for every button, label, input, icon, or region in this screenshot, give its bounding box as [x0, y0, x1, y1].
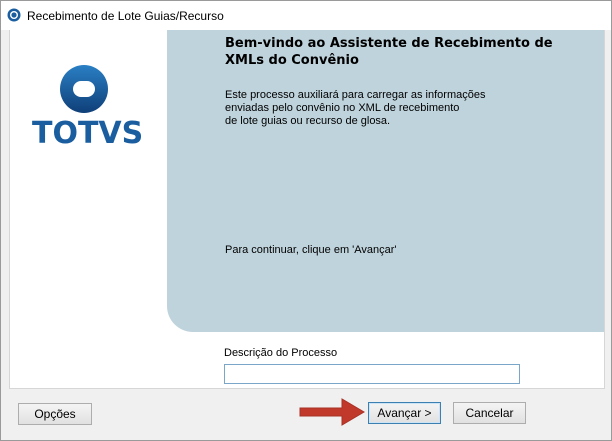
next-button[interactable]: Avançar > — [368, 402, 441, 424]
cancel-button[interactable]: Cancelar — [453, 402, 526, 424]
footer-divider — [9, 388, 605, 389]
red-arrow-right-icon — [299, 398, 365, 426]
logo-area: TOTVS — [10, 30, 167, 388]
title-bar[interactable]: Recebimento de Lote Guias/Recurso — [1, 1, 611, 30]
window-title: Recebimento de Lote Guias/Recurso — [27, 9, 224, 23]
welcome-description: Este processo auxiliará para carregar as… — [225, 89, 486, 127]
wizard-window: Recebimento de Lote Guias/Recurso TOTVS … — [0, 0, 612, 441]
welcome-title: Bem-vindo ao Assistente de Recebimento d… — [225, 36, 553, 68]
options-button[interactable]: Opções — [18, 403, 92, 425]
welcome-panel: Bem-vindo ao Assistente de Recebimento d… — [167, 30, 604, 332]
app-icon — [7, 8, 21, 22]
wizard-content: TOTVS Bem-vindo ao Assistente de Recebim… — [9, 30, 605, 388]
continue-hint: Para continuar, clique em 'Avançar' — [225, 244, 397, 256]
totvs-logo-text: TOTVS — [32, 116, 144, 151]
totvs-logo-icon — [60, 65, 108, 113]
description-label: Descrição do Processo — [224, 347, 338, 359]
description-input[interactable] — [224, 364, 520, 384]
